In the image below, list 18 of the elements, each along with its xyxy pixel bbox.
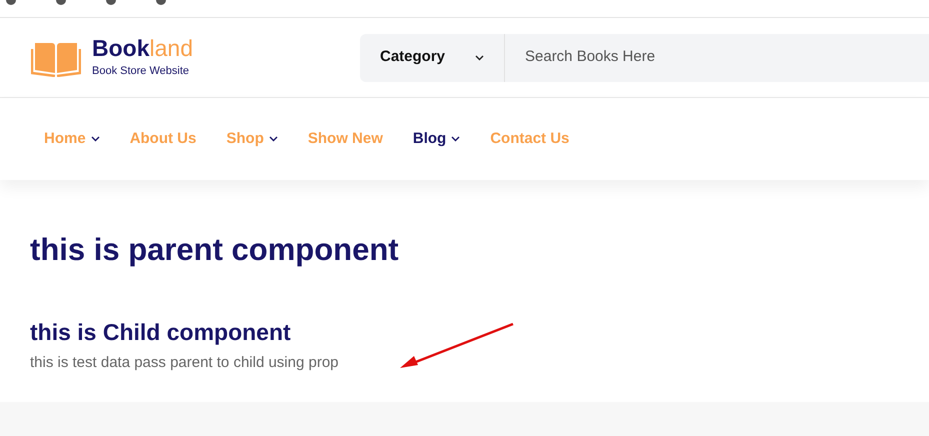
nav-link[interactable]: Blog <box>412 128 460 150</box>
brand-name[interactable]: Bookland <box>92 35 193 62</box>
nav-link[interactable]: Shop <box>226 128 278 150</box>
brand-tagline: Book Store Website <box>92 64 190 80</box>
bookmark-icon[interactable] <box>156 0 166 5</box>
nav-link[interactable]: About Us <box>130 128 196 150</box>
bookmark-icon[interactable] <box>106 0 116 5</box>
bookmark-icon[interactable] <box>6 0 16 5</box>
nav-link[interactable]: Home <box>44 128 100 150</box>
search-field[interactable]: Search Books Here <box>505 34 929 82</box>
bookmark-icon[interactable] <box>56 0 66 5</box>
chevron-down-icon <box>475 54 484 60</box>
child-text: this is test data pass parent to child using prop <box>30 353 339 373</box>
child-heading: this is Child component <box>30 318 291 347</box>
parent-heading: this is parent component <box>30 231 399 269</box>
category-dropdown[interactable]: Category <box>360 34 505 82</box>
nav-link[interactable]: Show New <box>308 128 383 150</box>
nav-link[interactable]: Contact Us <box>490 128 570 150</box>
